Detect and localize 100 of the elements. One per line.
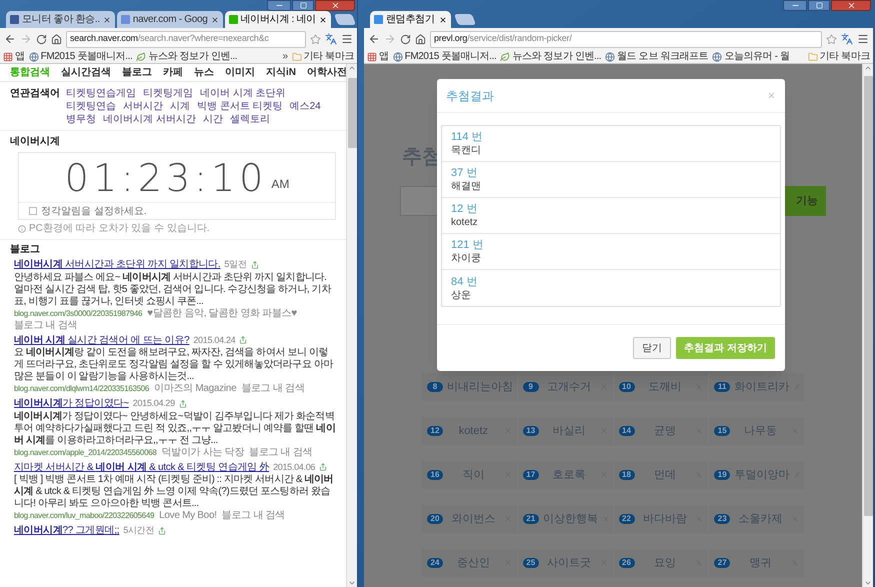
- blog-url[interactable]: blog.naver.com/luv_maboo/220322605649: [14, 510, 154, 522]
- related-search-link[interactable]: 시간: [202, 113, 223, 126]
- related-search-link[interactable]: 네이버시계 서버시간: [103, 113, 196, 126]
- modal-title: 추첨결과: [446, 88, 494, 104]
- result-number: 84 번: [451, 274, 478, 288]
- participant-name: 도깨비: [647, 380, 682, 395]
- clock-note: PC환경에 따라 오차가 있을 수 있습니다.: [29, 223, 210, 235]
- bookmark-item[interactable]: 오늘의유머 - 월: [712, 50, 790, 62]
- number-badge: 8: [427, 382, 443, 392]
- other-bookmarks[interactable]: 기타 북마크: [292, 50, 354, 62]
- search-tab[interactable]: 실시간검색: [61, 65, 111, 80]
- search-tab[interactable]: 카페: [163, 65, 183, 80]
- related-search-link[interactable]: 빅뱅 콘서트 티켓팅: [197, 100, 283, 113]
- participant-name: 먼데: [652, 468, 677, 483]
- result-number: 37 번: [451, 166, 478, 180]
- blog-search-link[interactable]: 블로그 내 검색: [14, 320, 78, 332]
- number-badge: 11: [714, 382, 730, 392]
- participant-name: 이상한행복: [542, 512, 598, 527]
- participant-name: 투덜이앙마: [734, 468, 790, 483]
- blog-title-link[interactable]: 네이버시계?? 그게뭔데;;: [14, 524, 120, 538]
- participant-name: 비내리는아침: [447, 380, 513, 395]
- related-search-link[interactable]: 티켓팅연습게임: [66, 87, 136, 100]
- bookmark-item[interactable]: 앱: [367, 50, 389, 62]
- blog-url[interactable]: blog.naver.com/dlqlwm14/220335163506: [14, 383, 150, 395]
- related-search-link[interactable]: 셀렉토리: [230, 113, 270, 126]
- tab-title: 랜덤추첨기: [386, 13, 436, 27]
- related-search-link[interactable]: 병무청: [66, 113, 96, 126]
- number-badge: 21: [522, 514, 539, 524]
- post-date: 5일전: [224, 258, 247, 271]
- bookmark-label: 오늘의유머 - 월: [724, 50, 790, 62]
- blog-title-link[interactable]: 네이버시계 서버시간과 초단위 까지 일치합니다.: [14, 258, 220, 272]
- participant-name: 고개수거: [546, 380, 592, 395]
- search-tab[interactable]: 어학사전: [307, 65, 347, 80]
- post-date: 5시간전: [123, 524, 154, 537]
- search-tab[interactable]: 이미지: [225, 65, 255, 80]
- number-badge: 10: [618, 382, 634, 392]
- number-badge: 27: [714, 558, 730, 568]
- clock-period: AM: [271, 176, 290, 193]
- related-search-link[interactable]: 티켓팅연습: [66, 100, 116, 113]
- url-path: /service/dist/random-picker/: [467, 32, 572, 46]
- result-name: 상운: [451, 288, 472, 302]
- close-dialog-button[interactable]: 닫기: [633, 337, 672, 359]
- number-badge: 19: [714, 470, 730, 480]
- address-bar[interactable]: search.naver.com/search.naver?where=nexearch&c: [66, 30, 306, 48]
- related-search-link[interactable]: 예스24: [290, 100, 321, 113]
- number-badge: 12: [427, 426, 443, 436]
- number-badge: 25: [522, 558, 539, 568]
- blog-title-link[interactable]: 지마켓 서버시간 & 네이버 시계 & utck & 티켓팅 연습게임 外: [14, 460, 270, 474]
- blog-title-link[interactable]: 네이버시계가 정답이였다~: [14, 397, 129, 410]
- participant-name: 나무동: [743, 424, 778, 439]
- section-heading: 네이버시계: [10, 135, 61, 148]
- browser-tab[interactable]: 랜덤추첨기: [370, 11, 451, 28]
- blog-source: 덕발이가 사는 닥장: [162, 446, 244, 458]
- participant-name: 와이번스: [450, 512, 496, 527]
- browser-tab[interactable]: 모니터 좋아 환승..: [6, 11, 115, 28]
- bookmark-item[interactable]: 앱: [3, 50, 25, 62]
- address-bar[interactable]: prevl.org/service/dist/random-picker/: [430, 30, 822, 48]
- blog-snippet: 안녕하세요 파블스 에요~ 네이버시계 서버시간과 초단위 까지 일치합니다. 얼마전 실시간 검색 탑, 핫5 좋았던, 검색어 입니다. 수강신청을 하거나, 기차표, 비행기 표를 끊거나, 인터넷 쇼핑시 쿠폰...: [14, 272, 332, 308]
- result-number: 12 번: [451, 202, 478, 216]
- participant-name: 바실리: [552, 424, 587, 439]
- bookmark-overflow[interactable]: »: [282, 50, 288, 62]
- related-search-link[interactable]: 시계: [170, 100, 190, 113]
- blog-url[interactable]: blog.naver.com/apple_2014/220345560068: [14, 446, 157, 458]
- alarm-checkbox-row[interactable]: 정각알림을 설정하세요.: [19, 203, 335, 219]
- related-search-link[interactable]: 서버시간: [123, 100, 163, 113]
- blog-title-link[interactable]: 네이버 시계 실시간 검색어 에 뜨는 이유?: [14, 334, 190, 347]
- browser-tab[interactable]: naver.com - Goog: [116, 11, 223, 28]
- number-badge: 13: [522, 426, 539, 436]
- alarm-label: 정각알림을 설정하세요.: [41, 204, 147, 218]
- result-number: 121 번: [451, 238, 484, 252]
- blog-source: ♥달콤한 음악, 달콤한 영화 파블스♥: [147, 308, 297, 320]
- section-heading: 블로그: [10, 243, 41, 256]
- search-tab[interactable]: 블로그: [122, 65, 152, 80]
- search-tab[interactable]: 뉴스: [194, 65, 214, 80]
- url-host: search.naver.com: [70, 32, 138, 46]
- blog-search-link[interactable]: 블로그 내 검색: [241, 383, 305, 395]
- bookmark-label: 앱: [379, 50, 389, 62]
- related-search-link[interactable]: 네이버 시계 초단위: [200, 87, 286, 100]
- result-number: 114 번: [451, 130, 484, 144]
- number-badge: 15: [714, 426, 730, 436]
- blog-url[interactable]: blog.naver.com/3s0000/220351987946: [14, 308, 142, 320]
- result-name: 차이쿵: [451, 252, 482, 265]
- number-badge: 24: [427, 558, 443, 568]
- post-date: 2015.04.06: [273, 460, 316, 474]
- number-badge: 20: [427, 514, 443, 524]
- post-date: 2015.04.24: [193, 334, 236, 346]
- participant-name: 묘잉: [652, 556, 677, 571]
- number-badge: 14: [618, 426, 634, 436]
- number-badge: 16: [427, 470, 443, 480]
- post-date: 2015.04.29: [132, 397, 175, 410]
- blog-search-link[interactable]: 블로그 내 검색: [222, 510, 285, 522]
- related-search-link[interactable]: 티켓팅게임: [143, 87, 193, 100]
- blog-search-link[interactable]: 블로그 내 검색: [249, 446, 312, 458]
- blog-snippet: 요 네이버시계랑 같이 도전을 해보려구요, 짜자잔, 검색을 하여서 보니 이렇게 뜨더라구요, 초단위로도 정각알림 설정을 할 수 있게해놓았더라구요 아마 많은 분들이 이 알람기능을 사용하시는것...: [14, 347, 334, 383]
- browser-tab[interactable]: 네이버시계 : 네이: [224, 11, 331, 28]
- other-bookmarks[interactable]: 기타 북마크: [808, 50, 870, 62]
- participant-name: 직이: [461, 468, 486, 483]
- search-tab[interactable]: 지식iN: [266, 65, 296, 80]
- related-label: 연관검색어: [10, 87, 60, 101]
- participant-name: 중산인: [456, 556, 491, 571]
